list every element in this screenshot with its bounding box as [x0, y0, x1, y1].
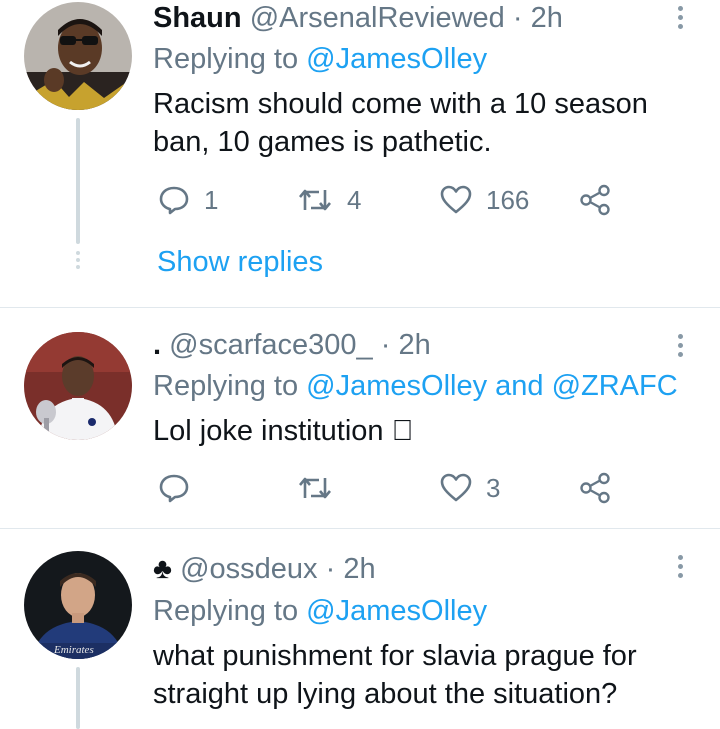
timestamp[interactable]: · 2h: [381, 329, 431, 361]
retweet-icon: [299, 189, 331, 211]
display-name[interactable]: ♣: [153, 553, 172, 585]
like-button[interactable]: 166: [440, 184, 529, 216]
tweet-text-line: what punishment for slavia prague for: [153, 640, 637, 672]
retweet-count: 4: [347, 184, 362, 215]
user-handle[interactable]: @scarface300_: [169, 329, 373, 361]
avatar[interactable]: [24, 332, 132, 440]
avatar[interactable]: Emirates: [24, 551, 132, 659]
tweet-text-line: straight up lying about the situation?: [153, 678, 618, 710]
thread-dots: [76, 251, 80, 272]
more-vertical-icon[interactable]: [676, 6, 684, 33]
replying-to: Replying to @JamesOlley and @ZRAFC: [153, 370, 678, 403]
replying-to: Replying to @JamesOlley: [153, 595, 487, 628]
user-handle[interactable]: @ossdeux: [180, 553, 317, 585]
heart-icon: [440, 185, 472, 214]
retweet-icon: [299, 477, 331, 499]
heart-icon: [440, 473, 472, 502]
timestamp[interactable]: · 2h: [326, 553, 376, 585]
replying-to-prefix: Replying to: [153, 595, 299, 627]
tweet-text-line: ban, 10 games is pathetic.: [153, 126, 492, 158]
thread-line: [76, 118, 80, 244]
share-button[interactable]: [579, 472, 611, 504]
tweet-3[interactable]: Emirates ♣ @ossdeux · 2h Replying to @Ja…: [0, 529, 720, 729]
replying-to-prefix: Replying to: [153, 370, 299, 402]
share-icon: [580, 184, 610, 216]
replying-to-prefix: Replying to: [153, 43, 299, 75]
share-icon: [580, 472, 610, 504]
replying-to-link[interactable]: @JamesOlley: [306, 43, 487, 75]
tweet-header: Shaun @ArsenalReviewed · 2h: [153, 2, 563, 35]
replying-to-link[interactable]: @JamesOlley and @ZRAFC: [306, 370, 678, 402]
reply-button[interactable]: [158, 472, 204, 504]
display-name[interactable]: Shaun: [153, 2, 242, 34]
tweet-header: ♣ @ossdeux · 2h: [153, 553, 376, 586]
share-button[interactable]: [579, 184, 611, 216]
reply-count: 1: [204, 184, 219, 215]
thread-line: [76, 667, 80, 729]
like-count: 166: [486, 184, 530, 215]
reply-icon: [159, 474, 189, 503]
retweet-button[interactable]: [297, 472, 347, 504]
like-count: 3: [486, 472, 501, 503]
reply-button[interactable]: 1: [158, 184, 218, 216]
user-handle[interactable]: @ArsenalReviewed: [250, 2, 505, 34]
more-vertical-icon[interactable]: [676, 555, 684, 582]
tweet-text: Racism should come with a 10 season ban,…: [153, 85, 648, 161]
reply-icon: [159, 186, 189, 215]
like-button[interactable]: 3: [440, 472, 500, 504]
show-replies-link[interactable]: Show replies: [157, 246, 323, 279]
replying-to-link[interactable]: @JamesOlley: [306, 595, 487, 627]
replying-to: Replying to @JamesOlley: [153, 43, 487, 76]
timestamp[interactable]: · 2h: [513, 2, 563, 34]
tweet-1[interactable]: Shaun @ArsenalReviewed · 2h Replying to …: [0, 0, 720, 307]
svg-text:Emirates: Emirates: [53, 644, 94, 656]
tweet-text-line: Lol joke institution  : [153, 415, 414, 447]
tweet-text-line: Racism should come with a 10 season: [153, 88, 648, 120]
tweet-text: Lol joke institution  : [153, 412, 413, 450]
more-vertical-icon[interactable]: [676, 334, 684, 361]
retweet-button[interactable]: 4: [297, 184, 361, 216]
tweet-text: what punishment for slavia prague for st…: [153, 637, 637, 713]
avatar[interactable]: [24, 2, 132, 110]
tweet-2[interactable]: . @scarface300_ · 2h Replying to @JamesO…: [0, 308, 720, 528]
tweet-header: . @scarface300_ · 2h: [153, 329, 431, 362]
display-name[interactable]: .: [153, 329, 161, 361]
